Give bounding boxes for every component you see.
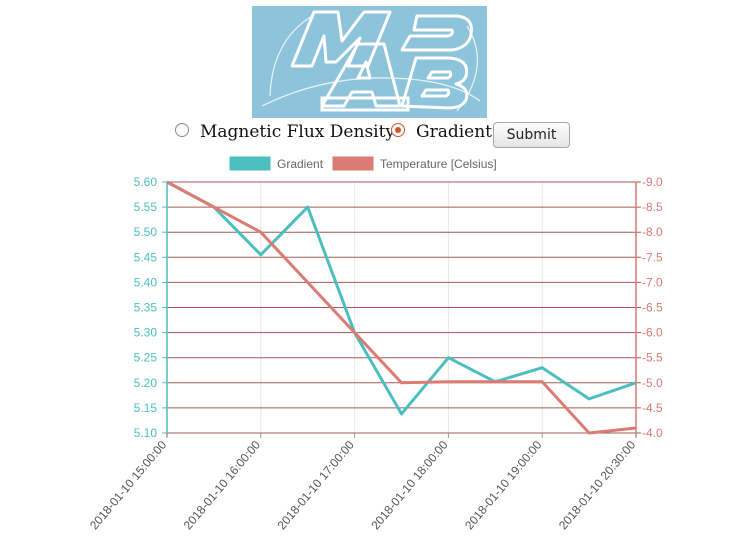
radio-gradient[interactable] <box>391 123 405 137</box>
y-right-tick-label: -8.0 <box>642 225 663 239</box>
y-left-tick-label: 5.15 <box>134 401 158 415</box>
x-tick-label: 2018-01-10 18:00:00 <box>368 438 451 533</box>
radio-label-magnetic-flux-density[interactable]: Magnetic Flux Density <box>200 122 395 142</box>
y-right-tick-label: -7.5 <box>642 250 663 264</box>
legend-swatch <box>229 156 271 171</box>
y-right-tick-label: -9.0 <box>642 175 663 189</box>
series-line-gradient <box>166 180 637 416</box>
y-left-tick-label: 5.45 <box>134 250 158 264</box>
y-right-tick-label: -6.5 <box>642 301 663 315</box>
y-left-tick-label: 5.40 <box>134 275 158 289</box>
y-left-tick-label: 5.55 <box>134 200 158 214</box>
y-right-tick-label: -7.0 <box>642 275 663 289</box>
y-left-tick-label: 5.25 <box>134 351 158 365</box>
y-left-tick-label: 5.20 <box>134 376 158 390</box>
y-left-tick-label: 5.50 <box>134 225 158 239</box>
y-left-tick-label: 5.30 <box>134 326 158 340</box>
line-chart: 5.10 5.15 5.20 5.25 5.30 5.35 5.40 5.45 5.50 5.55… <box>87 156 663 533</box>
x-tick-label: 2018-01-10 20:30:00 <box>556 438 639 533</box>
submit-button[interactable]: Submit <box>493 122 570 148</box>
measurement-form: Magnetic Flux Density Gradient Submit <box>0 120 756 150</box>
x-tick-label: 2018-01-10 17:00:00 <box>275 438 358 533</box>
radio-label-gradient[interactable]: Gradient <box>416 122 492 142</box>
y-right-tick-label: -4.5 <box>642 401 663 415</box>
y-left-tick-label: 5.60 <box>134 175 158 189</box>
legend-label: Gradient <box>277 157 324 171</box>
mab-logo <box>252 6 487 118</box>
legend-label: Temperature [Celsius] <box>380 157 497 171</box>
y-right-tick-label: -6.0 <box>642 326 663 340</box>
y-right-tick-label: -5.5 <box>642 351 663 365</box>
x-tick-label: 2018-01-10 15:00:00 <box>87 438 170 533</box>
y-right-tick-label: -5.0 <box>642 376 663 390</box>
x-tick-label: 2018-01-10 16:00:00 <box>181 438 264 533</box>
y-left-tick-label: 5.10 <box>134 426 158 440</box>
y-right-tick-label: -4.0 <box>642 426 663 440</box>
x-tick-label: 2018-01-10 19:00:00 <box>462 438 545 533</box>
legend-swatch <box>332 156 374 171</box>
radio-magnetic-flux-density[interactable] <box>175 123 189 137</box>
y-right-tick-label: -8.5 <box>642 200 663 214</box>
y-left-tick-label: 5.35 <box>134 301 158 315</box>
